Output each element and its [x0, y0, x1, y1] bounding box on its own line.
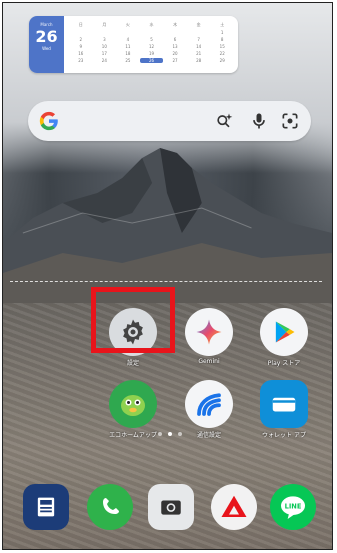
calendar-date-cell[interactable]: 13: [163, 44, 187, 49]
calendar-weekday: Wed: [42, 46, 51, 51]
phone-icon: [87, 484, 133, 530]
play-triangle-icon: [260, 308, 308, 356]
calendar-date-cell[interactable]: 25: [116, 58, 140, 63]
calendar-date-cell[interactable]: [69, 30, 93, 35]
app-wifi-blue[interactable]: 通信設定: [179, 380, 239, 439]
calendar-date-cell[interactable]: 21: [187, 51, 211, 56]
calendar-date-cell[interactable]: [116, 30, 140, 35]
calendar-date-cell[interactable]: 16: [69, 51, 93, 56]
page-dot: [178, 432, 182, 436]
calendar-date-cell[interactable]: 6: [163, 37, 187, 42]
dock-app-red[interactable]: [211, 484, 257, 530]
calendar-weekday-header: 火: [125, 22, 130, 27]
calendar-widget[interactable]: March 26 Wed 日月火水木金土 1 2 3 4 5 6 7 8 9 10 11 12 13 14 1…: [29, 16, 238, 73]
page-indicator: [158, 432, 182, 436]
wallet-card-icon: [260, 380, 308, 428]
calendar-weekday-header: 金: [196, 22, 201, 27]
calendar-date-cell[interactable]: 14: [187, 44, 211, 49]
dock-app-news[interactable]: [23, 484, 69, 530]
app-label: 通信設定: [196, 432, 221, 439]
calendar-date-cell[interactable]: 28: [187, 58, 211, 63]
dock-camera[interactable]: [148, 484, 194, 530]
line-icon: LINE: [270, 484, 316, 530]
calendar-date-cell[interactable]: 12: [140, 44, 164, 49]
app-label: Gemini: [198, 358, 220, 365]
app-label: Play ストア: [267, 360, 301, 367]
microphone-icon[interactable]: [249, 111, 269, 131]
calendar-weekday-header: 水: [149, 22, 154, 27]
calendar-date-cell[interactable]: 8: [210, 37, 234, 42]
app-label: エコホームアップ: [109, 432, 157, 439]
news-icon: [23, 484, 69, 530]
calendar-date-cell[interactable]: 2: [69, 37, 93, 42]
calendar-date-cell[interactable]: 22: [210, 51, 234, 56]
page-divider: [10, 281, 322, 282]
lens-camera-icon[interactable]: [280, 111, 300, 131]
app-label: ウォレット アプ: [262, 432, 306, 439]
calendar-day: 26: [35, 27, 58, 46]
google-g-icon: [39, 111, 58, 131]
calendar-date-cell[interactable]: 15: [210, 44, 234, 49]
dock-phone[interactable]: [87, 484, 133, 530]
ai-search-icon[interactable]: [214, 111, 234, 131]
app-label: 設定: [126, 360, 139, 367]
calendar-date-cell[interactable]: 11: [116, 44, 140, 49]
calendar-weekday-header: 日: [78, 22, 83, 27]
red-triangle-icon: [211, 484, 257, 530]
calendar-date-cell[interactable]: 5: [140, 37, 164, 42]
app-play-store[interactable]: Play ストア: [254, 308, 314, 367]
green-character-icon: [109, 380, 157, 428]
google-search-bar[interactable]: [28, 101, 311, 141]
line-label: LINE: [285, 502, 302, 510]
app-wallet[interactable]: ウォレット アプ: [254, 380, 314, 439]
app-gemini[interactable]: Gemini: [179, 308, 239, 365]
calendar-date-cell[interactable]: 24: [93, 58, 117, 63]
calendar-month-grid: 日月火水木金土 1 2 3 4 5 6 7 8 9 10 11 12 13 14 15 16 17 18 19 20 21…: [69, 22, 234, 63]
calendar-date-cell[interactable]: 3: [93, 37, 117, 42]
calendar-date-cell[interactable]: [163, 30, 187, 35]
calendar-weekday-header: 月: [102, 22, 107, 27]
calendar-month: March: [40, 22, 53, 27]
app-green-character[interactable]: エコホームアップ: [103, 380, 163, 439]
home-screen: [2, 2, 333, 550]
calendar-date-cell[interactable]: 26: [139, 58, 164, 63]
calendar-date-cell[interactable]: [187, 30, 211, 35]
signal-wave-icon: [185, 380, 233, 428]
page-dot-active: [168, 432, 172, 436]
calendar-date-cell[interactable]: 20: [163, 51, 187, 56]
gemini-sparkle-icon: [185, 308, 233, 356]
calendar-weekday-header: 土: [220, 22, 225, 27]
calendar-date-cell[interactable]: [93, 30, 117, 35]
calendar-date-panel: March 26 Wed: [29, 16, 64, 73]
calendar-date-cell[interactable]: 7: [187, 37, 211, 42]
calendar-date-cell[interactable]: 9: [69, 44, 93, 49]
calendar-date-cell[interactable]: 27: [163, 58, 187, 63]
calendar-date-cell[interactable]: 19: [140, 51, 164, 56]
page-dot: [158, 432, 162, 436]
calendar-date-cell[interactable]: 23: [69, 58, 93, 63]
camera-icon: [148, 484, 194, 530]
calendar-date-cell[interactable]: 4: [116, 37, 140, 42]
calendar-date-cell[interactable]: 1: [210, 30, 234, 35]
calendar-date-cell[interactable]: 29: [210, 58, 234, 63]
calendar-date-cell[interactable]: 17: [93, 51, 117, 56]
calendar-weekday-header: 木: [173, 22, 178, 27]
settings-highlight-box: [91, 287, 175, 353]
calendar-date-cell[interactable]: 10: [93, 44, 117, 49]
dock-line[interactable]: LINE: [270, 484, 316, 530]
calendar-date-cell[interactable]: 18: [116, 51, 140, 56]
calendar-date-cell[interactable]: [140, 30, 164, 35]
